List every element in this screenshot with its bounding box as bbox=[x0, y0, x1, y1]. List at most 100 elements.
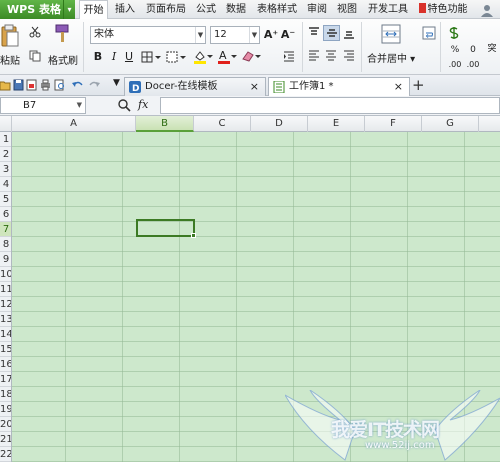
row-header[interactable]: 15 bbox=[0, 342, 11, 357]
increase-font-button[interactable]: A⁺ bbox=[264, 27, 278, 41]
align-center-icon[interactable] bbox=[323, 48, 339, 62]
column-header-f[interactable]: F bbox=[365, 116, 422, 132]
row-header[interactable]: 17 bbox=[0, 372, 11, 387]
column-header-h[interactable] bbox=[479, 116, 500, 132]
highlight-button[interactable]: 突 bbox=[484, 27, 500, 67]
format-painter-icon[interactable] bbox=[52, 23, 72, 45]
bold-icon[interactable]: B bbox=[92, 50, 104, 63]
row-header[interactable]: 20 bbox=[0, 417, 11, 432]
chevron-down-icon[interactable]: ▾ bbox=[63, 0, 75, 19]
chevron-down-icon[interactable]: ▼ bbox=[195, 27, 205, 43]
row-header[interactable]: 2 bbox=[0, 147, 11, 162]
tab-docer-templates[interactable]: D Docer-在线模板 × bbox=[124, 77, 266, 96]
font-name-select[interactable]: 宋体 ▼ bbox=[90, 26, 206, 44]
merge-center-button[interactable]: 合并居中 ▾ bbox=[367, 50, 415, 65]
font-size-select[interactable]: 12 ▼ bbox=[210, 26, 260, 44]
wrap-text-icon[interactable] bbox=[421, 25, 437, 41]
row-header[interactable]: 4 bbox=[0, 177, 11, 192]
align-right-icon[interactable] bbox=[341, 48, 357, 62]
column-header-b[interactable]: B bbox=[136, 116, 194, 132]
menu-table-style[interactable]: 表格样式 bbox=[254, 0, 300, 19]
row-header[interactable]: 6 bbox=[0, 207, 11, 222]
row-header[interactable]: 10 bbox=[0, 267, 11, 282]
align-left-icon[interactable] bbox=[306, 48, 322, 62]
zoom-icon[interactable] bbox=[118, 99, 131, 112]
row-header[interactable]: 3 bbox=[0, 162, 11, 177]
row-header[interactable]: 18 bbox=[0, 387, 11, 402]
indent-icon[interactable] bbox=[282, 48, 296, 64]
export-pdf-icon[interactable] bbox=[26, 79, 37, 91]
fill-style-icon[interactable] bbox=[165, 50, 187, 63]
column-header-a[interactable]: A bbox=[12, 116, 136, 132]
increase-decimal-icon[interactable]: .00 bbox=[446, 59, 464, 69]
menu-insert[interactable]: 插入 bbox=[112, 0, 138, 19]
print-preview-icon[interactable] bbox=[54, 79, 65, 91]
tab-workbook[interactable]: 工作簿1 * × bbox=[268, 77, 410, 97]
row-header[interactable]: 5 bbox=[0, 192, 11, 207]
chevron-down-icon[interactable]: ▼ bbox=[113, 78, 120, 88]
fill-handle[interactable] bbox=[191, 233, 196, 238]
menu-formula[interactable]: 公式 bbox=[194, 0, 218, 19]
percent-icon[interactable]: % bbox=[448, 45, 462, 55]
menu-developer[interactable]: 开发工具 bbox=[365, 0, 411, 19]
clear-format-icon[interactable] bbox=[240, 48, 262, 64]
underline-icon[interactable]: U bbox=[123, 50, 135, 63]
user-icon[interactable] bbox=[474, 0, 500, 19]
close-icon[interactable]: × bbox=[250, 78, 259, 95]
column-header-d[interactable]: D bbox=[251, 116, 308, 132]
thousands-icon[interactable]: 0 bbox=[466, 45, 480, 55]
open-folder-icon[interactable] bbox=[0, 79, 11, 91]
row-header[interactable]: 19 bbox=[0, 402, 11, 417]
currency-icon[interactable] bbox=[447, 25, 461, 41]
column-header-g[interactable]: G bbox=[422, 116, 479, 132]
select-all-corner[interactable] bbox=[0, 116, 12, 132]
format-painter-label[interactable]: 格式刷 bbox=[48, 52, 78, 67]
row-header[interactable]: 16 bbox=[0, 357, 11, 372]
menu-page-layout[interactable]: 页面布局 bbox=[143, 0, 189, 19]
row-header[interactable]: 8 bbox=[0, 237, 11, 252]
align-top-icon[interactable] bbox=[306, 26, 322, 40]
menu-review[interactable]: 审阅 bbox=[305, 0, 329, 19]
column-header-e[interactable]: E bbox=[308, 116, 365, 132]
row-header[interactable]: 12 bbox=[0, 297, 11, 312]
italic-icon[interactable]: I bbox=[108, 50, 120, 63]
fill-color-icon[interactable] bbox=[192, 48, 214, 64]
function-button[interactable]: fx bbox=[138, 98, 148, 111]
active-cell[interactable] bbox=[136, 219, 195, 237]
menu-data[interactable]: 数据 bbox=[224, 0, 248, 19]
chevron-down-icon[interactable]: ▼ bbox=[77, 98, 82, 113]
row-header[interactable]: 14 bbox=[0, 327, 11, 342]
row-header[interactable]: 22 bbox=[0, 447, 11, 462]
row-header[interactable]: 11 bbox=[0, 282, 11, 297]
row-header[interactable]: 9 bbox=[0, 252, 11, 267]
close-icon[interactable]: × bbox=[394, 78, 403, 95]
menu-view[interactable]: 视图 bbox=[335, 0, 359, 19]
menu-features[interactable]: 特色功能 bbox=[418, 0, 468, 19]
align-middle-icon[interactable] bbox=[323, 25, 340, 41]
row-header[interactable]: 1 bbox=[0, 132, 11, 147]
save-icon[interactable] bbox=[13, 79, 24, 91]
border-icon[interactable] bbox=[140, 50, 162, 63]
row-header-selected[interactable]: 7 bbox=[0, 222, 11, 237]
row-header[interactable]: 13 bbox=[0, 312, 11, 327]
merge-center-icon[interactable] bbox=[380, 23, 402, 45]
decrease-decimal-icon[interactable]: .00 bbox=[464, 59, 482, 69]
redo-icon[interactable] bbox=[89, 79, 100, 91]
paste-label[interactable]: 粘贴 bbox=[0, 52, 20, 67]
align-bottom-icon[interactable] bbox=[341, 26, 357, 40]
new-tab-button[interactable]: + bbox=[412, 76, 425, 94]
undo-icon[interactable] bbox=[72, 79, 83, 91]
cut-icon[interactable] bbox=[28, 25, 42, 39]
chevron-down-icon[interactable]: ▼ bbox=[249, 27, 259, 43]
column-header-c[interactable]: C bbox=[194, 116, 251, 132]
app-menu-button[interactable]: WPS 表格 ▾ bbox=[0, 0, 75, 19]
paste-icon[interactable] bbox=[0, 23, 20, 49]
font-color-icon[interactable]: A bbox=[216, 48, 238, 64]
row-header[interactable]: 21 bbox=[0, 432, 11, 447]
menu-home[interactable]: 开始 bbox=[79, 0, 108, 20]
name-box[interactable]: B7 ▼ bbox=[0, 97, 86, 114]
copy-icon[interactable] bbox=[28, 49, 42, 63]
print-icon[interactable] bbox=[40, 79, 51, 91]
decrease-font-button[interactable]: A⁻ bbox=[281, 27, 295, 41]
formula-input[interactable] bbox=[160, 97, 500, 114]
